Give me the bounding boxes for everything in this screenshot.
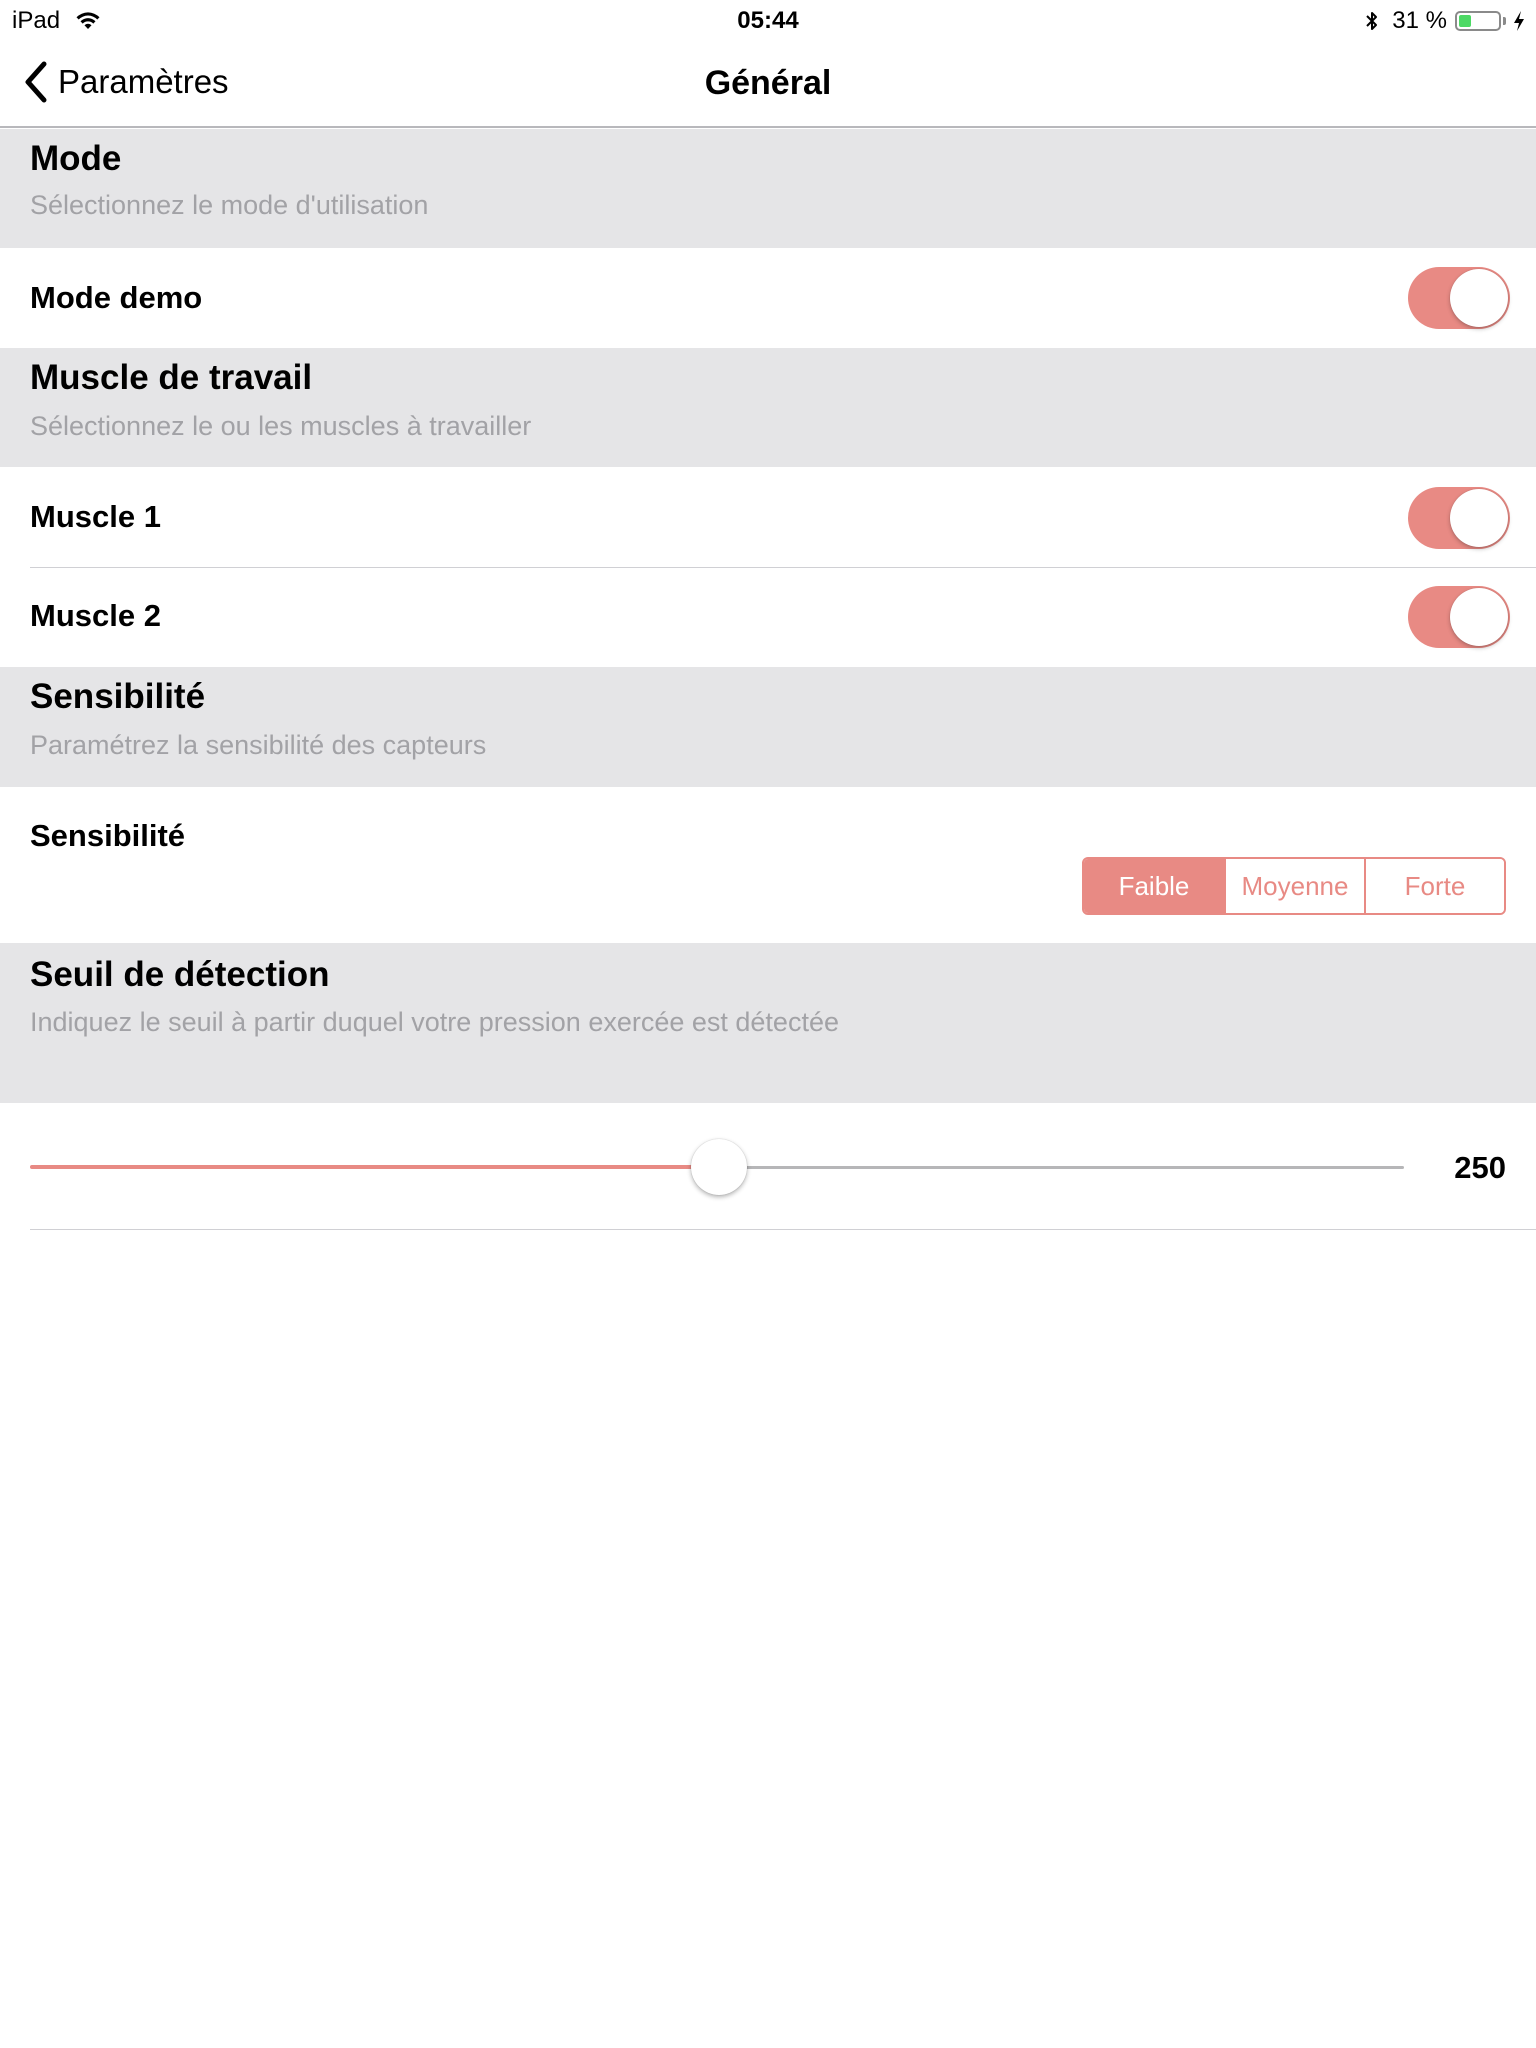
mode-demo-label: Mode demo <box>30 280 203 315</box>
section-header-seuil: Seuil de détection Indiquez le seuil à p… <box>0 943 1536 1103</box>
section-subtitle-mode: Sélectionnez le mode d'utilisation <box>30 190 429 220</box>
battery-percent: 31 % <box>1392 7 1447 34</box>
section-title-muscle: Muscle de travail <box>30 358 313 397</box>
section-title-mode: Mode <box>30 139 122 178</box>
row-muscle-1: Muscle 1 <box>0 467 1536 567</box>
battery-fill <box>1459 15 1471 27</box>
section-header-mode: Mode Sélectionnez le mode d'utilisation <box>0 129 1536 248</box>
row-separator <box>30 1229 1536 1230</box>
mode-demo-toggle[interactable] <box>1408 267 1510 329</box>
page-title: Général <box>704 64 832 102</box>
slider-track-empty <box>719 1166 1404 1169</box>
toggle-knob <box>1450 588 1508 646</box>
status-bar: iPad 05:44 31 % <box>0 0 1536 40</box>
slider-track-filled <box>30 1165 719 1169</box>
sensibilite-segmented-control: Faible Moyenne Forte <box>1082 857 1506 915</box>
section-title-seuil: Seuil de détection <box>30 955 330 994</box>
row-seuil-slider: 250 <box>0 1103 1536 1229</box>
section-title-sensibilite: Sensibilité <box>30 677 206 716</box>
seuil-value: 250 <box>1454 1150 1506 1185</box>
segment-moyenne[interactable]: Moyenne <box>1224 859 1364 913</box>
section-subtitle-sensibilite: Paramétrez la sensibilité des capteurs <box>30 730 487 760</box>
row-sensibilite: Sensibilité Faible Moyenne Forte <box>0 787 1536 943</box>
section-subtitle-muscle: Sélectionnez le ou les muscles à travail… <box>30 411 532 441</box>
row-mode-demo: Mode demo <box>0 248 1536 348</box>
muscle-2-label: Muscle 2 <box>30 598 161 633</box>
bluetooth-icon <box>1366 12 1378 30</box>
status-right: 31 % <box>1364 7 1526 35</box>
muscle-1-toggle[interactable] <box>1408 487 1510 549</box>
row-muscle-2: Muscle 2 <box>0 568 1536 667</box>
battery-tip <box>1503 17 1506 25</box>
battery-icon <box>1455 11 1501 31</box>
sensibilite-label: Sensibilité <box>30 818 186 853</box>
segment-forte[interactable]: Forte <box>1364 859 1504 913</box>
muscle-1-label: Muscle 1 <box>30 499 161 534</box>
section-subtitle-seuil: Indiquez le seuil à partir duquel votre … <box>30 1007 839 1037</box>
section-header-sensibilite: Sensibilité Paramétrez la sensibilité de… <box>0 667 1536 787</box>
muscle-2-toggle[interactable] <box>1408 586 1510 648</box>
status-time: 05:44 <box>737 7 799 34</box>
toggle-knob <box>1450 269 1508 327</box>
section-header-muscle: Muscle de travail Sélectionnez le ou les… <box>0 348 1536 467</box>
toggle-knob <box>1450 489 1508 547</box>
charging-bolt-icon <box>1514 11 1524 31</box>
navigation-bar: Paramètres Général <box>0 40 1536 128</box>
segment-faible[interactable]: Faible <box>1084 859 1224 913</box>
seuil-slider-thumb[interactable] <box>691 1139 747 1195</box>
